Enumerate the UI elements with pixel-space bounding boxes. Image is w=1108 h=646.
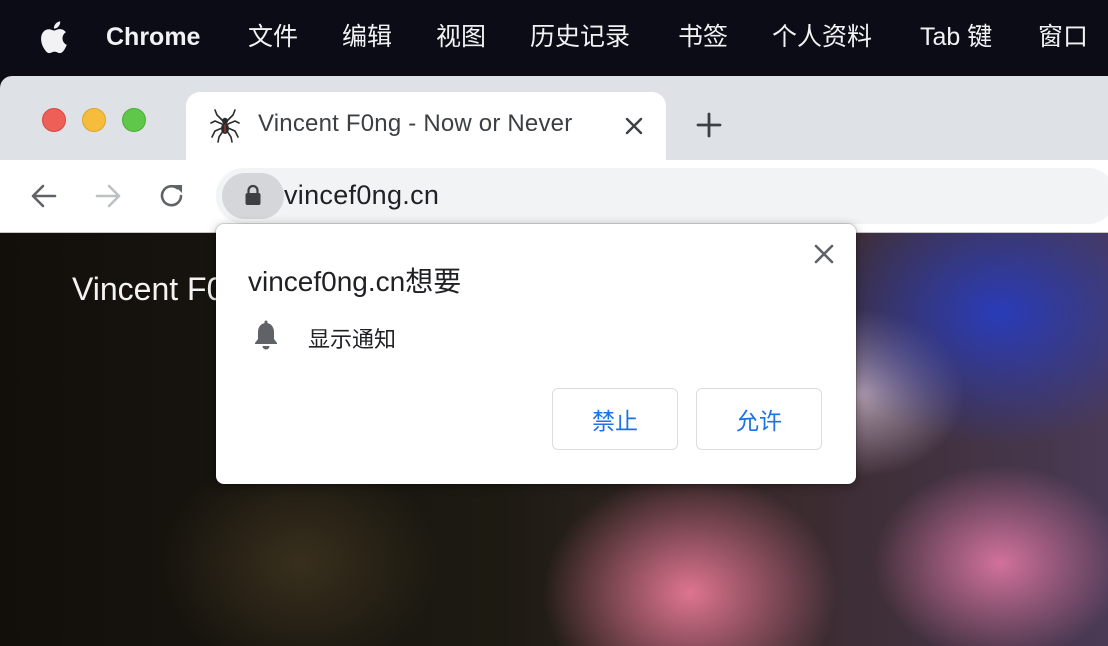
- notification-permission-dialog: vincef0ng.cn想要 显示通知 禁止 允许: [216, 224, 856, 484]
- allow-button[interactable]: 允许: [696, 388, 822, 450]
- apple-logo-icon[interactable]: [38, 19, 68, 55]
- url-text[interactable]: vincef0ng.cn: [284, 180, 439, 211]
- dialog-heading: vincef0ng.cn想要: [248, 266, 462, 297]
- menu-profile[interactable]: 个人资料: [772, 20, 872, 54]
- menu-tab[interactable]: Tab 键: [920, 20, 992, 54]
- block-button[interactable]: 禁止: [552, 388, 678, 450]
- spider-icon: [210, 109, 240, 143]
- window-close-button[interactable]: [42, 108, 66, 132]
- menu-app-name[interactable]: Chrome: [106, 20, 200, 54]
- menu-window[interactable]: 窗口: [1038, 20, 1088, 54]
- new-tab-plus-icon[interactable]: [694, 110, 724, 140]
- forward-arrow-icon[interactable]: [88, 176, 128, 216]
- tab-title: Vincent F0ng - Now or Never: [258, 110, 573, 137]
- permission-label: 显示通知: [308, 327, 397, 352]
- browser-toolbar: vincef0ng.cn: [0, 160, 1108, 233]
- site-info-button[interactable]: [222, 173, 284, 219]
- menu-view[interactable]: 视图: [436, 20, 486, 54]
- menu-history[interactable]: 历史记录: [530, 20, 630, 54]
- tab-close-icon[interactable]: [622, 114, 646, 138]
- address-bar[interactable]: vincef0ng.cn: [216, 168, 1108, 224]
- window-zoom-button[interactable]: [122, 108, 146, 132]
- active-tab[interactable]: Vincent F0ng - Now or Never: [186, 92, 666, 162]
- window-minimize-button[interactable]: [82, 108, 106, 132]
- site-title: Vincent F0: [72, 271, 225, 307]
- menu-bookmarks[interactable]: 书签: [678, 20, 728, 54]
- bell-icon: [255, 320, 277, 350]
- macos-menubar: Chrome 文件 编辑 视图 历史记录 书签 个人资料 Tab 键 窗口: [0, 0, 1108, 76]
- menu-file[interactable]: 文件: [248, 20, 298, 54]
- dialog-close-icon[interactable]: [812, 242, 836, 266]
- back-arrow-icon[interactable]: [24, 176, 64, 216]
- lock-icon: [245, 184, 261, 205]
- reload-icon[interactable]: [152, 176, 192, 216]
- menu-edit[interactable]: 编辑: [342, 20, 392, 54]
